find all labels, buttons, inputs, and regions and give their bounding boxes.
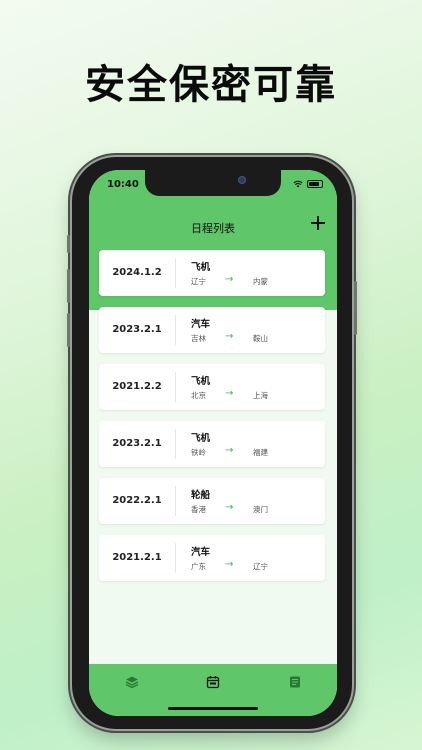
notes-icon bbox=[290, 676, 300, 688]
trip-destination: 澳门 bbox=[253, 505, 268, 514]
arrow-right-icon: → bbox=[225, 559, 234, 570]
trip-destination: 鞍山 bbox=[253, 334, 268, 343]
tab-layers[interactable] bbox=[122, 672, 142, 692]
trip-origin: 铁岭 bbox=[191, 448, 206, 457]
status-icons bbox=[293, 180, 323, 188]
volume-down-button bbox=[67, 313, 70, 347]
divider bbox=[175, 315, 176, 345]
phone-frame: 10:40 日程列表 2024.1.2 飞机 辽宁 → 内蒙 2023.2.1 … bbox=[67, 157, 357, 729]
trip-destination: 福建 bbox=[253, 448, 268, 457]
trip-transport: 汽车 bbox=[191, 319, 211, 330]
trip-date: 2023.2.1 bbox=[112, 438, 162, 449]
tab-notes[interactable] bbox=[285, 672, 305, 692]
trip-card[interactable]: 2021.2.1 汽车 广东 → 辽宁 bbox=[99, 535, 325, 581]
volume-up-button bbox=[67, 269, 70, 303]
camera-icon bbox=[238, 176, 246, 184]
mute-switch bbox=[67, 235, 70, 253]
arrow-right-icon: → bbox=[225, 502, 234, 513]
trip-destination: 内蒙 bbox=[253, 277, 268, 286]
app-screen: 10:40 日程列表 2024.1.2 飞机 辽宁 → 内蒙 2023.2.1 … bbox=[89, 170, 337, 716]
trip-origin: 吉林 bbox=[191, 334, 206, 343]
trip-destination: 上海 bbox=[253, 391, 268, 400]
divider bbox=[175, 486, 176, 516]
divider bbox=[175, 372, 176, 402]
promo-headline: 安全保密可靠 bbox=[85, 62, 337, 108]
home-indicator bbox=[168, 707, 258, 710]
trip-card[interactable]: 2023.2.1 飞机 铁岭 → 福建 bbox=[99, 421, 325, 467]
arrow-right-icon: → bbox=[225, 274, 234, 285]
trip-card[interactable]: 2024.1.2 飞机 辽宁 → 内蒙 bbox=[99, 250, 325, 296]
trip-card[interactable]: 2022.2.1 轮船 香港 → 澳门 bbox=[99, 478, 325, 524]
trip-date: 2021.2.2 bbox=[112, 381, 162, 392]
arrow-right-icon: → bbox=[225, 331, 234, 342]
trip-destination: 辽宁 bbox=[253, 562, 268, 571]
trip-card[interactable]: 2021.2.2 飞机 北京 → 上海 bbox=[99, 364, 325, 410]
trip-transport: 飞机 bbox=[191, 376, 211, 387]
trip-origin: 广东 bbox=[191, 562, 206, 571]
tab-calendar[interactable] bbox=[203, 672, 223, 692]
trip-origin: 辽宁 bbox=[191, 277, 206, 286]
layers-icon bbox=[125, 676, 139, 689]
trip-list: 2024.1.2 飞机 辽宁 → 内蒙 2023.2.1 汽车 吉林 → 鞍山 … bbox=[99, 250, 325, 592]
trip-transport: 飞机 bbox=[191, 262, 211, 273]
add-trip-button[interactable] bbox=[309, 214, 327, 232]
status-time: 10:40 bbox=[107, 179, 139, 190]
tab-bar bbox=[89, 664, 337, 716]
trip-transport: 飞机 bbox=[191, 433, 211, 444]
power-button bbox=[354, 281, 357, 335]
trip-transport: 汽车 bbox=[191, 547, 211, 558]
divider bbox=[175, 543, 176, 573]
trip-date: 2024.1.2 bbox=[112, 267, 162, 278]
trip-origin: 北京 bbox=[191, 391, 206, 400]
trip-date: 2023.2.1 bbox=[112, 324, 162, 335]
calendar-icon bbox=[206, 676, 220, 689]
trip-date: 2022.2.1 bbox=[112, 495, 162, 506]
divider bbox=[175, 258, 176, 288]
page-title: 日程列表 bbox=[191, 222, 235, 235]
trip-transport: 轮船 bbox=[191, 490, 211, 501]
divider bbox=[175, 429, 176, 459]
wifi-icon bbox=[293, 180, 303, 188]
battery-icon bbox=[307, 180, 323, 188]
trip-date: 2021.2.1 bbox=[112, 552, 162, 563]
arrow-right-icon: → bbox=[225, 388, 234, 399]
trip-origin: 香港 bbox=[191, 505, 206, 514]
notch bbox=[145, 170, 281, 196]
trip-card[interactable]: 2023.2.1 汽车 吉林 → 鞍山 bbox=[99, 307, 325, 353]
arrow-right-icon: → bbox=[225, 445, 234, 456]
